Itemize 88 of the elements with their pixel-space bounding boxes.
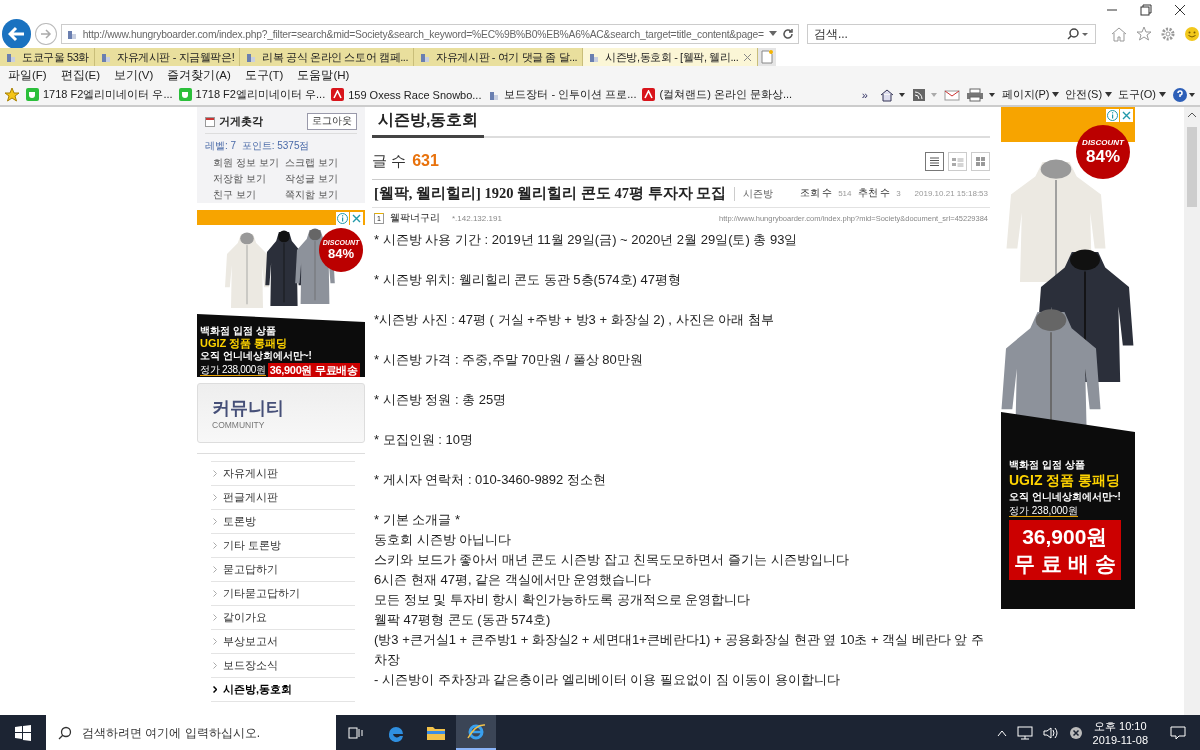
browser-tab[interactable]: 자유게시판 - 여기 댓글 좀 달...: [414, 48, 584, 66]
account-link[interactable]: 스크랩 보기: [285, 156, 357, 170]
sidebar-item[interactable]: 기타 토론방: [211, 533, 355, 558]
account-link[interactable]: 회원 정보 보기: [213, 156, 285, 170]
author-name[interactable]: 웰팍너구리: [390, 211, 440, 225]
clock-date[interactable]: 2019-11-08: [1092, 732, 1148, 747]
favorite-link[interactable]: 1718 F2엘리미네이터 우...: [26, 87, 173, 102]
account-link[interactable]: 저장함 보기: [213, 172, 285, 186]
menu-item[interactable]: 편집(E): [60, 67, 101, 83]
user-level: 레벨: 7: [205, 140, 237, 151]
browser-tab[interactable]: 자유게시판 - 지금웰팍은!: [95, 48, 241, 66]
taskbar-search-field[interactable]: 검색하려면 여기에 입력하십시오.: [82, 717, 336, 748]
views-label: 조회 수: [799, 187, 833, 200]
post-text: 동호회 시즌방 아닙니다: [374, 531, 513, 549]
address-bar[interactable]: http://www.hungryboarder.com/index.php?_filter=search&mid=Society&search_keyword=%EC%9B%B0%EB%A6%AC&search_target=title_content&page=: [60, 24, 799, 44]
sidebar-item[interactable]: 묻고답하기: [211, 557, 355, 582]
command-menu[interactable]: 페이지(P): [1001, 87, 1060, 102]
browser-tab[interactable]: 도쿄구울 53화: [0, 48, 96, 66]
account-link[interactable]: 친구 보기: [213, 188, 285, 202]
likes-count: 3: [896, 189, 901, 198]
browser-tab[interactable]: 시즌방,동호회 - [웰팍, 웰리...: [583, 48, 759, 66]
sale-price: 36,900원 무 료 배 송: [1009, 520, 1121, 581]
sidebar-item[interactable]: 시즌방,동호회: [211, 677, 355, 702]
menu-item[interactable]: 도움말(H): [297, 67, 350, 83]
sidebar-item[interactable]: 기타묻고답하기: [211, 581, 355, 606]
post-text: * 게시자 연락처 : 010-3460-9892 정소현: [374, 471, 607, 489]
discount-percent: 84%: [328, 246, 354, 261]
user-points: 포인트: 5375점: [241, 140, 310, 151]
menu-item[interactable]: 보기(V): [114, 67, 154, 83]
discount-percent: 84%: [1086, 146, 1120, 167]
sidebar-item[interactable]: 토론방: [211, 509, 355, 534]
ad-tagline: 백화점 입점 상품: [200, 325, 276, 336]
search-field[interactable]: 검색...: [806, 24, 1096, 44]
post-text: (방3 +큰거실1 + 큰주방1 + 화장실2 + 세면대1+큰베란다1) + 공용화장실 현관 옆 10초 + 객실 베란다 앞 주차장: [374, 631, 986, 669]
board-title: 시즌방,동호회: [372, 107, 485, 138]
post-text: 6시즌 현재 47평, 같은 객실에서만 운영했습니다: [374, 571, 653, 589]
command-menu[interactable]: 도구(O): [1118, 87, 1166, 102]
old-price: 정가 238,000원: [200, 364, 266, 377]
menu-item[interactable]: 즐겨찾기(A): [167, 67, 231, 83]
post-text: - 시즌방이 주차장과 같은층이라 엘리베이터 이용 필요없이 짐 이동이 용이합니다: [374, 671, 841, 689]
favorite-link[interactable]: 보드장터 - 인투이션 프로...: [487, 87, 637, 102]
post-text: * 시즌방 정원 : 총 25명: [374, 391, 508, 409]
banner-subtitle: COMMUNITY: [212, 420, 266, 430]
post-text: 스키와 보드가 좋아서 매년 콘도 시즌방 잡고 친목도모하면서 즐기는 시즌방입니다: [374, 551, 850, 569]
sidebar-item[interactable]: 부상보고서: [211, 629, 355, 654]
account-link[interactable]: 작성글 보기: [285, 172, 357, 186]
post-text: * 시즌방 사용 기간 : 2019년 11월 29일(금) ~ 2020년 2월 29일(토) 총 93일: [374, 231, 799, 249]
user-name: 거게촛각: [219, 114, 263, 129]
favorite-link[interactable]: 1718 F2엘리미네이터 우...: [178, 87, 326, 102]
post-count-label: 글 수: [372, 152, 407, 169]
views-count: 514: [838, 189, 852, 198]
post-category: 시즌방: [734, 186, 774, 201]
post-title: [웰팍, 웰리힐리] 1920 웰리힐리 콘도 47평 투자자 모집: [374, 184, 727, 203]
ad-headline: UGIZ 정품 롱패딩: [1009, 473, 1121, 489]
post-text: 웰팍 47평형 콘도 (동관 574호): [374, 611, 552, 629]
post-count: 631: [412, 152, 439, 169]
favorite-link[interactable]: (컬쳐랜드) 온라인 문화상...: [642, 87, 793, 102]
post-text: * 기본 소개글 *: [374, 511, 461, 529]
logout-button[interactable]: 로그아웃: [307, 113, 357, 130]
ad-slogan: 오직 언니네상회에서만~!: [200, 350, 312, 362]
post-text: * 모집인원 : 10명: [374, 431, 474, 449]
banner-title: 커뮤니티: [212, 397, 285, 420]
sidebar-item[interactable]: 같이가요: [211, 605, 355, 630]
taskbar-search-box[interactable]: 검색하려면 여기에 입력하십시오.: [46, 715, 336, 750]
likes-label: 추천 수: [857, 187, 891, 200]
post-text: *시즌방 사진 : 47평 ( 거실 +주방 + 방3 + 화장실 2) , 사진은 아래 첨부: [374, 311, 775, 329]
command-menu[interactable]: 안전(S): [1065, 87, 1113, 102]
post-text: * 시즌방 위치: 웰리힐리 콘도 동관 5층(574호) 47평형: [374, 271, 682, 289]
ad-headline: UGIZ 정품 롱패딩: [200, 337, 288, 350]
post-text: * 시즌방 가격 : 주중,주말 70만원 / 풀상 80만원: [374, 351, 644, 369]
favorite-link[interactable]: 159 Oxess Race Snowbo...: [331, 88, 482, 101]
menu-item[interactable]: 도구(T): [244, 67, 284, 83]
menu-item[interactable]: 파일(F): [8, 67, 47, 83]
more-favorites[interactable]: »: [861, 88, 868, 101]
sale-price: 36,900원 무료배송: [267, 363, 360, 377]
author-ip: *.142.132.191: [452, 213, 502, 223]
sidebar-item[interactable]: 자유게시판: [211, 461, 355, 486]
old-price: 정가 238,000원: [1009, 505, 1078, 518]
clock-time[interactable]: 오후 10:10: [1093, 718, 1147, 733]
sidebar-item[interactable]: 보드장소식: [211, 653, 355, 678]
ad-tagline: 백화점 입점 상품: [1009, 459, 1085, 470]
sidebar-item[interactable]: 펀글게시판: [211, 485, 355, 510]
post-date: 2019.10.21 15:18:53: [914, 189, 988, 198]
post-text: 모든 정보 및 투자비 항시 확인가능하도록 공개적으로 운영합니다: [374, 591, 752, 609]
account-link[interactable]: 쪽지함 보기: [285, 188, 357, 202]
browser-tab[interactable]: 리복 공식 온라인 스토어 캠페...: [240, 48, 415, 66]
discount-label: DISCOUNT: [1082, 137, 1124, 147]
ad-slogan: 오직 언니네상회에서만~!: [1009, 491, 1121, 503]
